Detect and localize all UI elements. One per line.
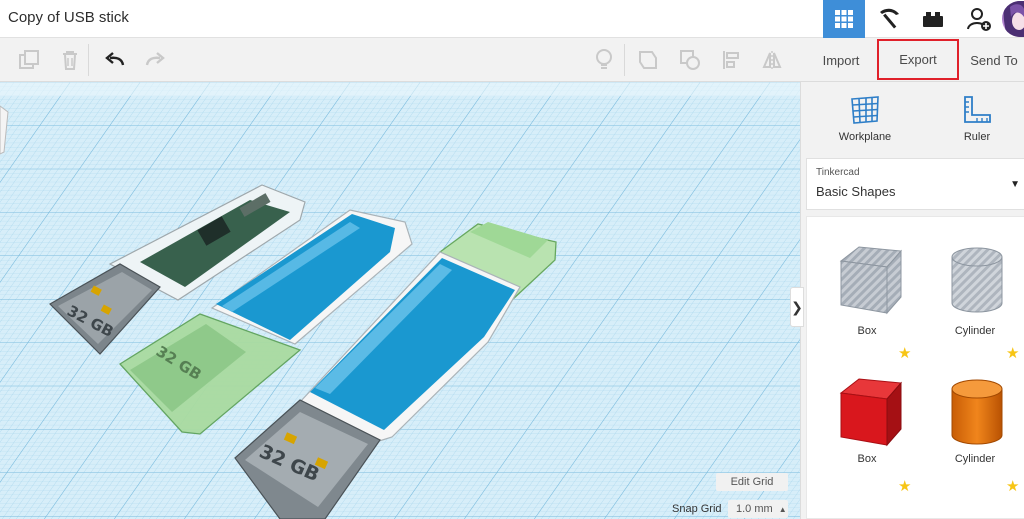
library-name: Basic Shapes (816, 184, 896, 199)
import-button[interactable]: Import (806, 38, 876, 82)
trash-icon[interactable] (56, 46, 84, 74)
shape-library-select[interactable]: Tinkercad Basic Shapes ▼ (806, 158, 1024, 210)
star-icon: ★ (1006, 345, 1020, 362)
export-button[interactable]: Export (877, 39, 959, 80)
collapse-panel-button[interactable]: ❯ (790, 287, 804, 327)
shapes-panel: Workplane Ruler Tinkercad Basic Shapes ▼ (800, 82, 1024, 519)
light-bulb-icon[interactable] (590, 46, 618, 74)
tinkercad-editor: Copy of USB stick Import Export Send To … (0, 0, 1024, 519)
avatar[interactable] (1002, 1, 1024, 37)
shape-cylinder-hole[interactable]: Cylinder (925, 225, 1024, 345)
workplane-scene[interactable]: 32 GB 32 GB 32 GB (0, 82, 800, 519)
star-icon: ★ (1006, 478, 1020, 495)
shape-box-hole[interactable]: Box (817, 225, 917, 345)
pickaxe-icon[interactable] (868, 0, 910, 38)
ungroup-icon[interactable] (676, 46, 704, 74)
shape-cylinder[interactable]: Cylinder (925, 357, 1024, 477)
shape-label: Cylinder (954, 453, 996, 465)
top-bar: Copy of USB stick (0, 0, 1024, 38)
cylinder-hole-icon (951, 247, 1003, 313)
snap-grid-select[interactable]: 1.0 mm ▲ (728, 500, 788, 518)
duplicate-icon[interactable] (15, 46, 43, 74)
star-icon: ★ (898, 345, 912, 362)
ruler-icon (964, 96, 991, 123)
toolbar: Import Export Send To (0, 38, 1024, 82)
edit-grid-button[interactable]: Edit Grid (716, 473, 788, 491)
mirror-icon[interactable] (758, 46, 786, 74)
snap-grid-label: Snap Grid (672, 503, 722, 515)
group-icon[interactable] (634, 46, 662, 74)
workplane-tool[interactable]: Workplane (815, 90, 915, 150)
chevron-right-icon: ❯ (791, 298, 803, 315)
brick-icon[interactable] (912, 0, 954, 38)
add-user-icon[interactable] (958, 0, 1000, 38)
align-icon[interactable] (718, 46, 746, 74)
grid-view-icon[interactable] (823, 0, 865, 38)
workplane-label: Workplane (838, 131, 892, 143)
design-title[interactable]: Copy of USB stick (8, 9, 129, 26)
box-icon (839, 378, 903, 447)
shape-grid: Box Cylinder Box Cylinder ★ ★ ★ ★ (806, 216, 1024, 519)
3d-workspace[interactable]: 32 GB 32 GB 32 GB Edit Grid Snap Grid 1.… (0, 82, 800, 519)
ruler-label: Ruler (963, 131, 991, 143)
redo-icon[interactable] (141, 46, 169, 74)
library-source: Tinkercad (816, 167, 860, 178)
star-icon: ★ (898, 478, 912, 495)
shape-label: Box (857, 453, 877, 465)
shape-label: Box (857, 325, 877, 337)
snap-grid-value: 1.0 mm (736, 503, 773, 515)
box-hole-icon (839, 246, 903, 315)
caret-up-icon: ▲ (778, 504, 787, 514)
caret-down-icon: ▼ (1010, 179, 1020, 190)
ruler-tool[interactable]: Ruler (927, 90, 1024, 150)
shape-box[interactable]: Box (817, 357, 917, 477)
undo-icon[interactable] (101, 46, 129, 74)
send-to-button[interactable]: Send To (964, 38, 1024, 82)
shape-label: Cylinder (954, 325, 996, 337)
workplane-icon (851, 96, 879, 124)
cylinder-icon (951, 379, 1003, 445)
